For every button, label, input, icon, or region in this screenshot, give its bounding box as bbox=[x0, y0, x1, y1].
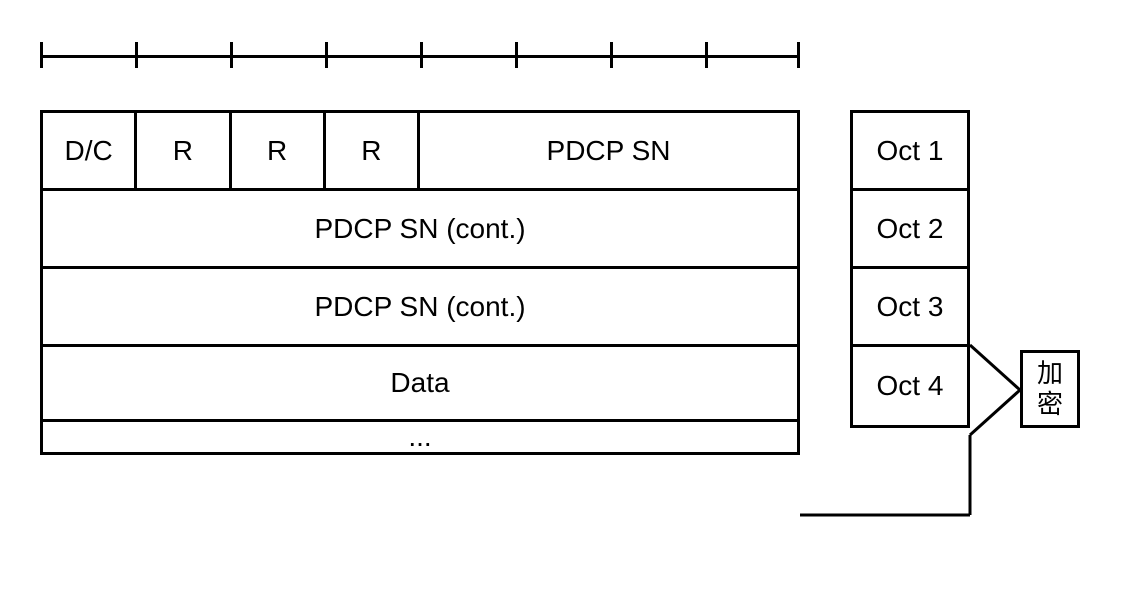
oct-4-label: Oct 4 bbox=[853, 347, 967, 425]
field-r2: R bbox=[232, 113, 326, 188]
field-data: Data bbox=[43, 347, 797, 419]
pdu-row-1: D/C R R R PDCP SN bbox=[43, 113, 797, 191]
pdu-structure-table: D/C R R R PDCP SN PDCP SN (cont.) PDCP S… bbox=[40, 110, 800, 455]
octet-labels-table: Oct 1 Oct 2 Oct 3 Oct 4 bbox=[850, 110, 970, 428]
oct-3-label: Oct 3 bbox=[853, 269, 967, 347]
field-r1: R bbox=[137, 113, 231, 188]
field-pdcp-sn-cont-2: PDCP SN (cont.) bbox=[43, 269, 797, 344]
pdu-row-3: PDCP SN (cont.) bbox=[43, 269, 797, 347]
field-pdcp-sn-cont-1: PDCP SN (cont.) bbox=[43, 191, 797, 266]
pdcp-pdu-diagram: D/C R R R PDCP SN PDCP SN (cont.) PDCP S… bbox=[20, 20, 1104, 583]
oct-2-label: Oct 2 bbox=[853, 191, 967, 269]
cipher-label-line2: 密 bbox=[1037, 389, 1063, 420]
field-r3: R bbox=[326, 113, 420, 188]
field-ellipsis: ... bbox=[43, 422, 797, 452]
oct-1-label: Oct 1 bbox=[853, 113, 967, 191]
cipher-label-box: 加 密 bbox=[1020, 350, 1080, 428]
pdu-row-5-ellipsis: ... bbox=[43, 422, 797, 452]
cipher-label-line1: 加 bbox=[1037, 358, 1063, 389]
bit-ruler bbox=[40, 40, 800, 70]
pdu-row-4-data: Data bbox=[43, 347, 797, 422]
pdu-row-2: PDCP SN (cont.) bbox=[43, 191, 797, 269]
field-dc: D/C bbox=[43, 113, 137, 188]
field-pdcp-sn: PDCP SN bbox=[420, 113, 797, 188]
